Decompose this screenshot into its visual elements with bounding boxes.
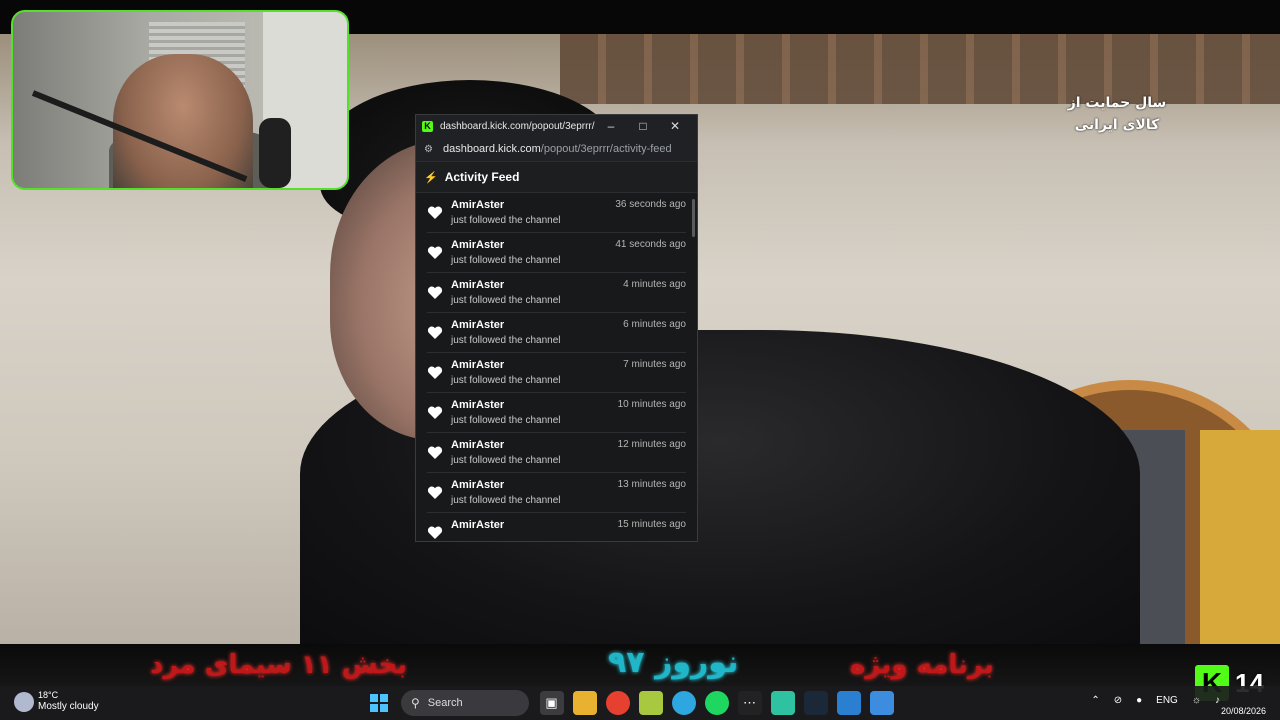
minimize-icon[interactable]: –: [595, 119, 627, 133]
lower-third-center: نوروز ۹۷: [608, 645, 739, 680]
discord-icon[interactable]: [770, 691, 795, 715]
ceiling-beams: [560, 34, 1280, 104]
feed-item-time: 7 minutes ago: [623, 359, 686, 370]
site-settings-icon[interactable]: ⚙: [424, 144, 433, 155]
steam-icon[interactable]: [803, 691, 828, 715]
feed-item: AmirAster just followed the channel 10 min…: [427, 393, 686, 433]
weather-temp: 18°C: [38, 690, 59, 700]
lower-third-right: برنامه ویژه: [850, 650, 994, 680]
notepad-icon[interactable]: [869, 691, 894, 715]
cloud-icon: [14, 691, 34, 712]
feed-item-time: 4 minutes ago: [623, 279, 686, 290]
feed-item-message: just followed the channel: [451, 215, 561, 226]
feed-item-message: just followed the channel: [451, 255, 561, 266]
file-explorer-icon[interactable]: [572, 691, 597, 715]
feed-item: AmirAster just followed the channel 12 min…: [427, 433, 686, 473]
activity-feed-title: Activity Feed: [444, 170, 520, 184]
heart-icon: [427, 246, 443, 260]
feed-item: AmirAster just followed the channel 7 minu…: [427, 353, 686, 393]
heart-icon: [427, 326, 443, 340]
feed-item-username: AmirAster: [451, 279, 505, 291]
taskbar-apps: ⚲ Search ▣ ⋯: [362, 690, 898, 716]
heart-icon: [427, 286, 443, 300]
address-bar[interactable]: ⚙ dashboard.kick.com/popout/3eprrr/activ…: [416, 137, 697, 162]
taskbar-date[interactable]: 20/08/2026: [1221, 706, 1266, 716]
system-tray: ⌃ ⊘ ● ENG ☼ ♪: [1077, 695, 1220, 706]
weather-widget[interactable]: 18°C Mostly cloudy: [14, 690, 99, 713]
feed-scrollbar[interactable]: [692, 199, 695, 237]
feed-item-message: just followed the channel: [451, 455, 561, 466]
feed-item-message: just followed the channel: [451, 335, 561, 346]
lightning-icon: ⚡: [424, 171, 438, 184]
chrome-icon[interactable]: [605, 691, 630, 715]
wifi-icon[interactable]: ☼: [1192, 695, 1201, 706]
maximize-icon[interactable]: □: [627, 119, 659, 133]
spotify-icon[interactable]: [704, 691, 729, 715]
activity-feed-header: ⚡ Activity Feed: [416, 162, 697, 193]
feed-item: AmirAster just followed the channel 13 min…: [427, 473, 686, 513]
microphone: [259, 118, 291, 188]
feed-item-time: 12 minutes ago: [617, 439, 686, 450]
search-label: Search: [427, 697, 463, 709]
app-icon[interactable]: ⋯: [737, 691, 762, 715]
feed-item-username: AmirAster: [451, 519, 505, 531]
feed-item-username: AmirAster: [451, 439, 505, 451]
activity-feed-list[interactable]: AmirAster just followed the channel 36 sec…: [416, 193, 697, 541]
url-host: dashboard.kick.com: [442, 143, 541, 155]
language-indicator[interactable]: ENG: [1156, 695, 1178, 706]
search-icon: ⚲: [411, 696, 420, 710]
heart-icon: [427, 406, 443, 420]
vscode-icon[interactable]: [836, 691, 861, 715]
network-off-icon[interactable]: ⊘: [1114, 695, 1122, 706]
feed-item-time: 13 minutes ago: [617, 479, 686, 490]
heart-icon: [427, 486, 443, 500]
feed-item-time: 10 minutes ago: [617, 399, 686, 410]
task-view-icon[interactable]: ▣: [539, 691, 564, 715]
feed-item: AmirAster just followed the channel 36 sec…: [427, 193, 686, 233]
feed-item-message: just followed the channel: [451, 415, 561, 426]
url-path: /popout/3eprrr/activity-feed: [540, 143, 672, 155]
tv-watermark: سال حمایت از کالای ایرانی: [1062, 92, 1172, 136]
watermark-line-2: کالای ایرانی: [1074, 117, 1160, 133]
feed-item-time: 15 minutes ago: [617, 519, 686, 530]
feed-item-message: just followed the channel: [451, 495, 561, 506]
windows-taskbar: 18°C Mostly cloudy ⚲ Search ▣ ⋯ ⌃ ⊘ ● EN…: [0, 686, 1280, 720]
lower-third-left: بخش ۱۱ سیمای مرد: [150, 650, 407, 680]
windows-start-icon[interactable]: [367, 691, 391, 715]
feed-item-username: AmirAster: [451, 239, 505, 251]
popup-titlebar[interactable]: K dashboard.kick.com/popout/3eprrr/act..…: [416, 115, 697, 137]
feed-item: AmirAster 15 minutes ago: [427, 513, 686, 541]
taskbar-search[interactable]: ⚲ Search: [401, 690, 529, 716]
feed-item: AmirAster just followed the channel 6 minu…: [427, 313, 686, 353]
activity-feed-popup: K dashboard.kick.com/popout/3eprrr/act..…: [415, 114, 698, 542]
heart-icon: [427, 206, 443, 220]
close-icon[interactable]: ✕: [659, 119, 691, 133]
feed-item-username: AmirAster: [451, 399, 505, 411]
feed-item-time: 41 seconds ago: [615, 239, 686, 250]
notepad-plus-icon[interactable]: [638, 691, 663, 715]
heart-icon: [427, 366, 443, 380]
feed-item-message: just followed the channel: [451, 375, 561, 386]
feed-item-message: just followed the channel: [451, 295, 561, 306]
feed-item-username: AmirAster: [451, 359, 505, 371]
watermark-line-1: سال حمایت از: [1067, 95, 1167, 111]
feed-item: AmirAster just followed the channel 4 minu…: [427, 273, 686, 313]
feed-item-time: 6 minutes ago: [623, 319, 686, 330]
kick-favicon-icon: K: [422, 120, 433, 132]
telegram-icon[interactable]: [671, 691, 696, 715]
mic-icon[interactable]: ●: [1136, 695, 1142, 706]
feed-item-username: AmirAster: [451, 199, 505, 211]
feed-item-username: AmirAster: [451, 479, 505, 491]
feed-item-username: AmirAster: [451, 319, 505, 331]
heart-icon: [427, 526, 443, 540]
feed-item-time: 36 seconds ago: [615, 199, 686, 210]
streamer-webcam: [11, 10, 349, 190]
feed-item: AmirAster just followed the channel 41 sec…: [427, 233, 686, 273]
weather-desc: Mostly cloudy: [38, 701, 99, 712]
volume-icon[interactable]: ♪: [1215, 695, 1220, 706]
popup-title: dashboard.kick.com/popout/3eprrr/act...: [440, 120, 595, 132]
heart-icon: [427, 446, 443, 460]
chevron-up-icon[interactable]: ⌃: [1091, 695, 1099, 706]
